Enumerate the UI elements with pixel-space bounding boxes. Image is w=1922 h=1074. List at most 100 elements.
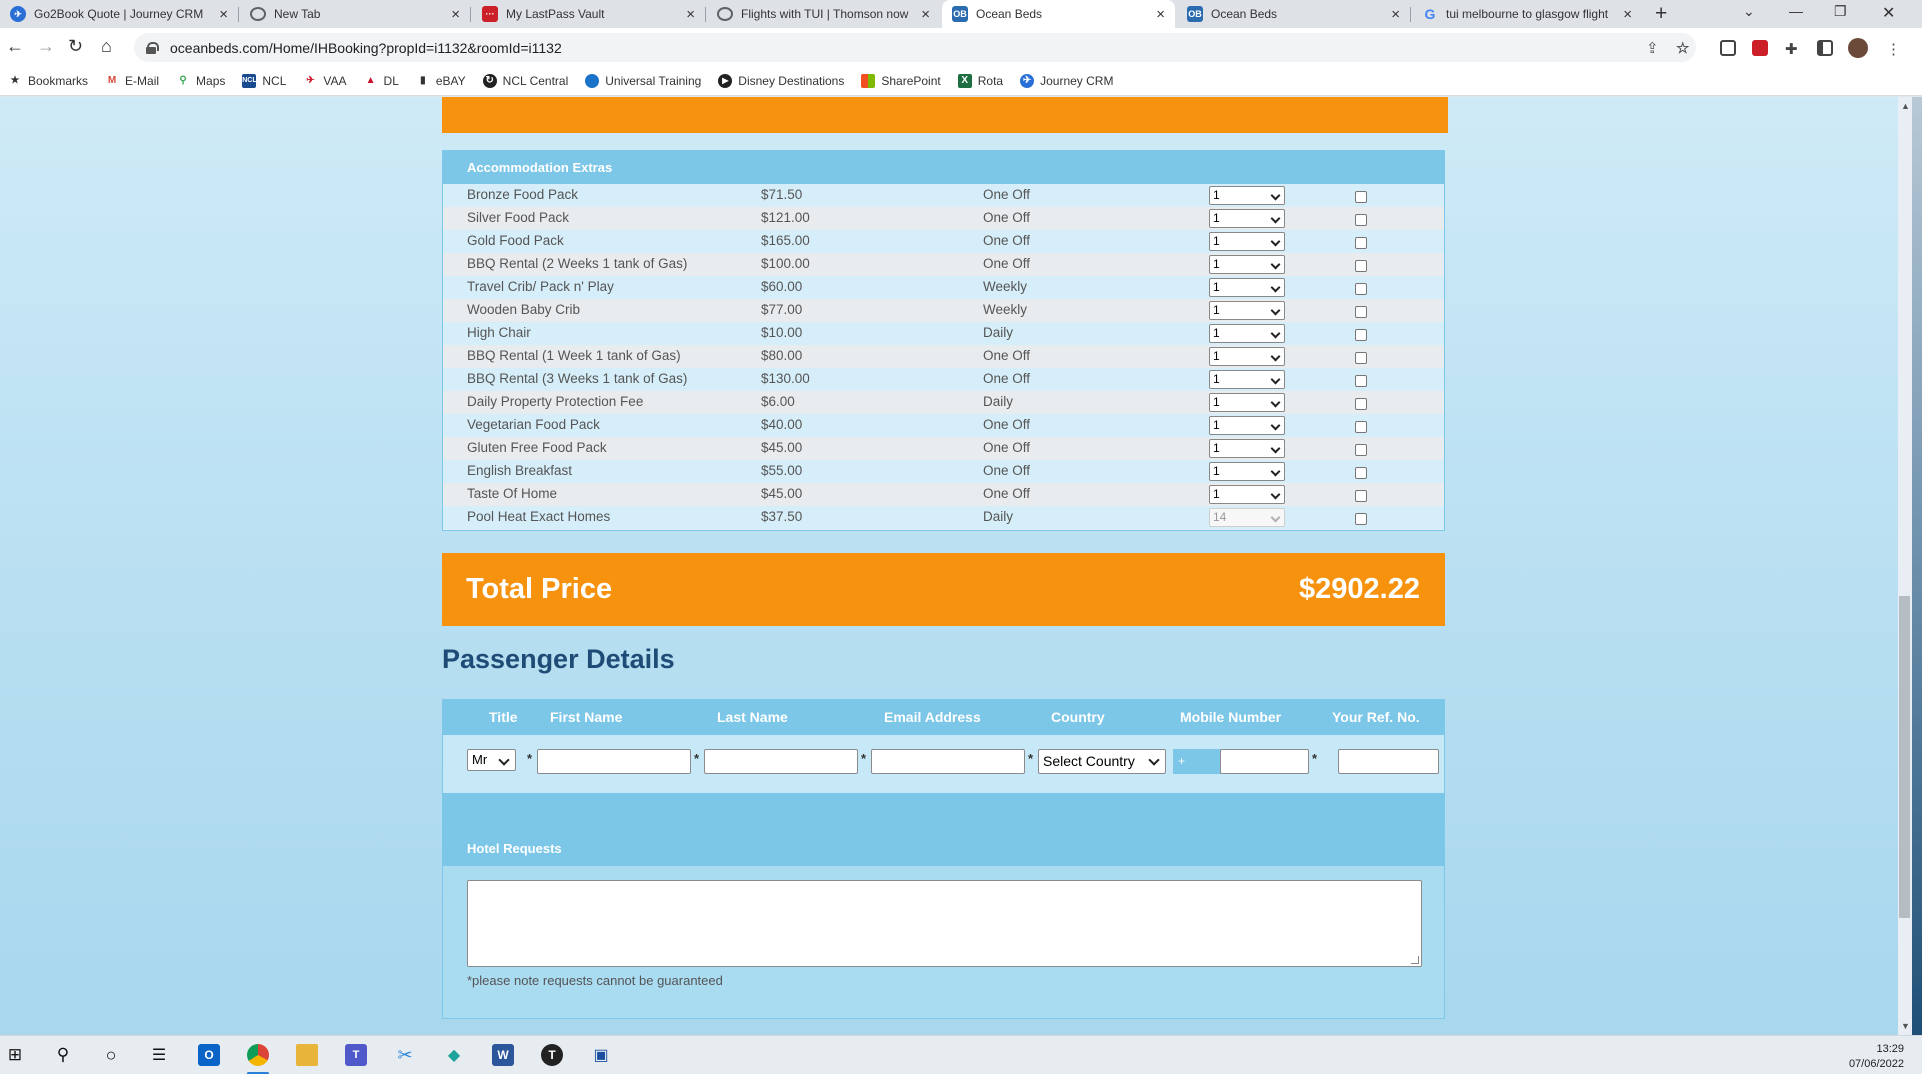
extra-checkbox[interactable] [1355,490,1367,502]
extra-quantity-select[interactable]: 1 [1209,393,1285,412]
search-icon[interactable]: ⚲ [52,1044,74,1066]
browser-tab-5[interactable]: OB Ocean Beds × [942,0,1175,28]
extra-checkbox[interactable] [1355,283,1367,295]
bookmark-item[interactable]: ▮ eBAY [416,74,466,88]
bookmark-item[interactable]: Universal Training [585,73,701,88]
extra-quantity-select[interactable]: 1 [1209,209,1285,228]
restore-icon[interactable]: ❐ [1834,3,1847,20]
close-tab-icon[interactable]: × [219,7,228,22]
minimize-icon[interactable]: — [1789,3,1803,19]
close-tab-icon[interactable]: × [451,7,460,22]
bookmark-item[interactable]: M E-Mail [105,74,159,88]
teams-icon[interactable]: T [345,1044,367,1066]
bookmark-item[interactable]: ▶ Disney Destinations [718,73,844,88]
bookmark-item[interactable]: NCL NCL [242,73,286,88]
bookmark-item[interactable]: X Rota [957,73,1003,88]
scrollbar-thumb[interactable] [1899,596,1910,918]
address-bar[interactable]: oceanbeds.com/Home/IHBooking?propId=i113… [134,33,1696,62]
system-clock[interactable]: 13:29 07/06/2022 [1849,1042,1904,1072]
extra-quantity-select[interactable]: 1 [1209,255,1285,274]
last-name-input[interactable] [704,749,858,774]
bookmark-item[interactable]: SharePoint [861,73,941,88]
chrome-taskbar-icon[interactable] [247,1044,269,1066]
extra-checkbox[interactable] [1355,352,1367,364]
new-tab-button[interactable]: + [1655,2,1667,26]
extra-checkbox[interactable] [1355,513,1367,525]
browser-tab-3[interactable]: ··· My LastPass Vault × [472,0,705,28]
extra-quantity-select[interactable]: 1 [1209,278,1285,297]
extra-checkbox[interactable] [1355,260,1367,272]
extra-quantity-select[interactable]: 1 [1209,232,1285,251]
passenger-details-panel: Title First Name Last Name Email Address… [442,699,1445,1019]
extra-quantity-select[interactable]: 1 [1209,324,1285,343]
extra-quantity-select[interactable]: 1 [1209,347,1285,366]
extra-checkbox[interactable] [1355,375,1367,387]
bookmark-item[interactable]: ▲ DL [364,74,399,88]
mobile-input[interactable] [1220,749,1309,774]
remote-desktop-icon[interactable]: ▣ [590,1044,612,1066]
extra-quantity-select[interactable]: 1 [1209,485,1285,504]
browser-tab-4[interactable]: Flights with TUI | Thomson now × [707,0,940,28]
extra-checkbox[interactable] [1355,237,1367,249]
reference-input[interactable] [1338,749,1439,774]
menu-icon[interactable]: ⋮ [1886,40,1902,58]
extra-quantity-select[interactable]: 1 [1209,439,1285,458]
extra-quantity-select[interactable]: 1 [1209,416,1285,435]
home-icon[interactable]: ⌂ [101,36,112,56]
bookmark-item[interactable]: ✈ VAA [303,74,346,88]
extra-quantity-select[interactable]: 1 [1209,186,1285,205]
typora-icon[interactable]: T [541,1044,563,1066]
close-window-icon[interactable]: ✕ [1882,3,1895,23]
extra-checkbox[interactable] [1355,214,1367,226]
extra-checkbox[interactable] [1355,421,1367,433]
hotel-requests-textarea[interactable] [467,880,1422,967]
bookmark-item[interactable]: ⚲ Maps [176,74,225,88]
country-select[interactable]: Select Country [1038,749,1166,774]
extra-checkbox[interactable] [1355,398,1367,410]
bookmark-item[interactable]: ★ Bookmarks [8,74,89,88]
puzzle-icon[interactable]: ✚ [1785,40,1801,58]
close-tab-icon[interactable]: × [1623,7,1632,22]
close-tab-icon[interactable]: × [921,7,930,22]
first-name-input[interactable] [537,749,691,774]
extra-quantity-select[interactable]: 1 [1209,301,1285,320]
outlook-icon[interactable]: O [198,1044,220,1066]
bookmark-item[interactable]: ✈ Journey CRM [1020,73,1113,88]
close-tab-icon[interactable]: × [686,7,695,22]
extra-quantity-select[interactable]: 1 [1209,370,1285,389]
profile-avatar[interactable] [1848,38,1868,58]
browser-tab-7[interactable]: G tui melbourne to glasgow flight × [1412,0,1642,28]
app-icon[interactable]: ◆ [443,1044,465,1066]
share-icon[interactable]: ⇪ [1646,39,1659,57]
snipping-tool-icon[interactable]: ✂ [394,1044,416,1066]
reload-icon[interactable]: ↻ [68,36,83,56]
scroll-down-icon[interactable]: ▼ [1901,1021,1910,1031]
side-panel-icon[interactable] [1817,40,1833,56]
windows-start-icon[interactable]: ⊞ [4,1044,26,1066]
bookmark-item[interactable]: ↻ NCL Central [482,73,568,88]
browser-tab-1[interactable]: ✈ Go2Book Quote | Journey CRM × [0,0,238,28]
extra-quantity-select[interactable]: 1 [1209,462,1285,481]
browser-tab-6[interactable]: OB Ocean Beds × [1177,0,1410,28]
browser-tab-2[interactable]: New Tab × [240,0,470,28]
email-input[interactable] [871,749,1025,774]
tab-search-icon[interactable]: ⌄ [1743,3,1755,20]
title-select[interactable]: Mr [467,749,516,771]
bookmark-star-icon[interactable]: ☆ [1676,39,1689,57]
close-tab-icon[interactable]: × [1156,7,1165,22]
extra-checkbox[interactable] [1355,191,1367,203]
extra-checkbox[interactable] [1355,444,1367,456]
extra-checkbox[interactable] [1355,467,1367,479]
file-explorer-icon[interactable] [296,1044,318,1066]
task-view-icon[interactable]: ☰ [148,1044,170,1066]
extra-checkbox[interactable] [1355,306,1367,318]
scroll-up-icon[interactable]: ▲ [1901,101,1910,111]
extension-icon[interactable] [1720,40,1736,56]
forward-icon[interactable]: → [37,36,55,56]
cortana-icon[interactable]: ○ [100,1044,122,1066]
lastpass-extension-icon[interactable] [1752,40,1768,56]
word-icon[interactable]: W [492,1044,514,1066]
back-icon[interactable]: ← [6,36,24,56]
extra-checkbox[interactable] [1355,329,1367,341]
close-tab-icon[interactable]: × [1391,7,1400,22]
